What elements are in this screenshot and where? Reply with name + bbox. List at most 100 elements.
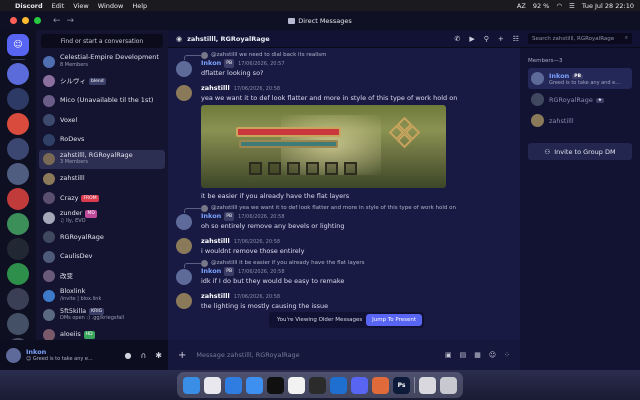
chat-message[interactable]: @zahstilll it be easier if you already h… xyxy=(168,259,520,286)
menu-view[interactable]: View xyxy=(73,2,88,10)
dm-item[interactable]: Bloxlink/invite | blox.link xyxy=(39,286,165,306)
image-attachment[interactable] xyxy=(201,105,446,188)
dm-item[interactable]: zahstilll, RGRoyalRage 3 Members xyxy=(39,149,165,169)
find-conversation-button[interactable]: Find or start a conversation xyxy=(41,34,163,48)
chat-message[interactable]: @zahstilll yea we want it to def look fl… xyxy=(168,204,520,231)
settings-gear-icon[interactable]: ✱ xyxy=(155,351,162,360)
dm-item[interactable]: シルヴィ blend xyxy=(39,72,165,92)
server-icon[interactable] xyxy=(7,113,29,135)
forward-arrow-icon[interactable]: → xyxy=(67,16,75,26)
server-icon[interactable] xyxy=(7,313,29,335)
message-input[interactable]: Message zahstilll, RGRoyalRage xyxy=(196,351,299,359)
headphones-icon[interactable]: ∩ xyxy=(140,351,146,360)
user-info[interactable]: Inkon ☺ Greed is to take any e... xyxy=(26,348,93,362)
discord-icon[interactable] xyxy=(351,376,368,394)
server-icon[interactable] xyxy=(7,88,29,110)
attach-plus-icon[interactable]: + xyxy=(178,350,186,361)
dm-item[interactable]: CaulisDev xyxy=(39,247,165,267)
server-icon[interactable] xyxy=(7,238,29,260)
sticker-icon[interactable]: ▦ xyxy=(474,351,481,359)
menu-app-name[interactable]: Discord xyxy=(15,2,43,10)
zoom-window-button[interactable] xyxy=(34,17,41,24)
server-icon[interactable] xyxy=(7,163,29,185)
dm-item[interactable]: 5ft5killa KRIG DMs open :) .gg/kriegsfall xyxy=(39,306,165,326)
reply-preview[interactable]: @zahstilll we need to dial back its real… xyxy=(184,51,510,60)
message-avatar[interactable] xyxy=(176,214,192,230)
dm-item[interactable]: RoDevs xyxy=(39,130,165,150)
member-item[interactable]: Inkon PB Greed is to take any and e... xyxy=(528,68,632,89)
video-call-icon[interactable]: ▶ xyxy=(469,35,474,43)
close-window-button[interactable] xyxy=(10,17,17,24)
photos-icon[interactable] xyxy=(288,376,305,394)
control-center-icon[interactable]: ☰ xyxy=(569,2,575,10)
trash-icon[interactable] xyxy=(440,376,457,394)
dm-item[interactable]: 改变 xyxy=(39,267,165,287)
server-icon[interactable] xyxy=(7,138,29,160)
message-author[interactable]: Inkon xyxy=(201,212,221,220)
documents-icon[interactable] xyxy=(419,376,436,394)
discord-home-button[interactable]: ☺ xyxy=(7,34,29,56)
chat-message[interactable]: zahstilll 17/06/2026, 20:58 i wouldnt remo… xyxy=(168,237,520,256)
chat-search-input[interactable]: Search zahstilll, RGRoyalRage ⌕ xyxy=(528,33,632,44)
message-author[interactable]: zahstilll xyxy=(201,84,230,92)
battery-percent[interactable]: 92 % xyxy=(533,2,550,10)
menu-window[interactable]: Window xyxy=(98,2,124,10)
claude-icon[interactable] xyxy=(372,376,389,394)
chatgpt-icon[interactable] xyxy=(267,376,284,394)
gift-icon[interactable]: ▣ xyxy=(445,351,452,359)
message-avatar[interactable] xyxy=(176,269,192,285)
message-avatar[interactable] xyxy=(176,85,192,101)
reply-preview[interactable]: @zahstilll it be easier if you already h… xyxy=(184,259,510,268)
message-author[interactable]: zahstilll xyxy=(201,237,230,245)
wifi-icon[interactable]: ◠ xyxy=(556,2,562,10)
server-icon[interactable] xyxy=(7,188,29,210)
message-author[interactable]: Inkon xyxy=(201,59,221,67)
dm-item[interactable]: zahstilll xyxy=(39,169,165,189)
dm-item[interactable]: Crazy FROM xyxy=(39,189,165,209)
server-icon[interactable] xyxy=(7,213,29,235)
roblox-icon[interactable] xyxy=(309,376,326,394)
safari-icon[interactable] xyxy=(225,376,242,394)
menu-edit[interactable]: Edit xyxy=(52,2,65,10)
input-source-indicator[interactable]: AZ xyxy=(517,2,526,10)
message-author[interactable]: zahstilll xyxy=(201,292,230,300)
menu-help[interactable]: Help xyxy=(132,2,147,10)
gif-icon[interactable]: ▤ xyxy=(460,351,467,359)
member-list-icon[interactable]: ☷ xyxy=(513,35,519,43)
jump-to-present-button[interactable]: Jump To Present xyxy=(366,314,422,326)
emoji-icon[interactable]: ☺ xyxy=(489,351,496,359)
chat-message[interactable]: zahstilll 17/06/2026, 20:58 the lighting i… xyxy=(168,292,520,311)
server-icon[interactable] xyxy=(7,263,29,285)
message-author[interactable]: Inkon xyxy=(201,267,221,275)
clock[interactable]: Tue Jul 28 22:10 xyxy=(582,2,634,10)
minimize-window-button[interactable] xyxy=(22,17,29,24)
chat-message[interactable]: zahstilll 17/06/2026, 20:58 yea we want it… xyxy=(168,84,520,201)
mail-icon[interactable] xyxy=(246,376,263,394)
member-item[interactable]: zahstilll xyxy=(528,110,632,131)
chat-title[interactable]: zahstilll, RGRoyalRage xyxy=(187,35,270,43)
roblox-studio-icon[interactable] xyxy=(330,376,347,394)
microphone-icon[interactable]: ● xyxy=(124,351,131,360)
pinned-messages-icon[interactable]: ⚲ xyxy=(484,35,489,43)
photoshop-icon[interactable]: Ps xyxy=(393,376,410,394)
dm-item[interactable]: Voxel xyxy=(39,111,165,131)
user-avatar[interactable] xyxy=(6,347,21,363)
server-icon[interactable] xyxy=(7,288,29,310)
server-icon[interactable] xyxy=(7,63,29,85)
back-arrow-icon[interactable]: ← xyxy=(53,16,61,26)
voice-call-icon[interactable]: ✆ xyxy=(454,35,460,43)
message-avatar[interactable] xyxy=(176,238,192,254)
finder-icon[interactable] xyxy=(183,376,200,394)
member-item[interactable]: RGRoyalRage ★ xyxy=(528,89,632,110)
message-avatar[interactable] xyxy=(176,61,192,77)
add-friends-icon[interactable]: + xyxy=(498,35,504,43)
dm-item[interactable]: RGRoyalRage xyxy=(39,228,165,248)
dm-item[interactable]: zunder MD ♫ Ily, EVO xyxy=(39,208,165,228)
dm-item[interactable]: Mico (Unavailable til the 1st) xyxy=(39,91,165,111)
dm-item[interactable]: Celestial-Empire Development 8 Members xyxy=(39,52,165,72)
launchpad-icon[interactable] xyxy=(204,376,221,394)
message-avatar[interactable] xyxy=(176,293,192,309)
reply-preview[interactable]: @zahstilll yea we want it to def look fl… xyxy=(184,204,510,213)
apps-icon[interactable]: ⁘ xyxy=(504,351,510,359)
invite-to-group-dm-button[interactable]: ⚇ Invite to Group DM xyxy=(528,143,632,160)
